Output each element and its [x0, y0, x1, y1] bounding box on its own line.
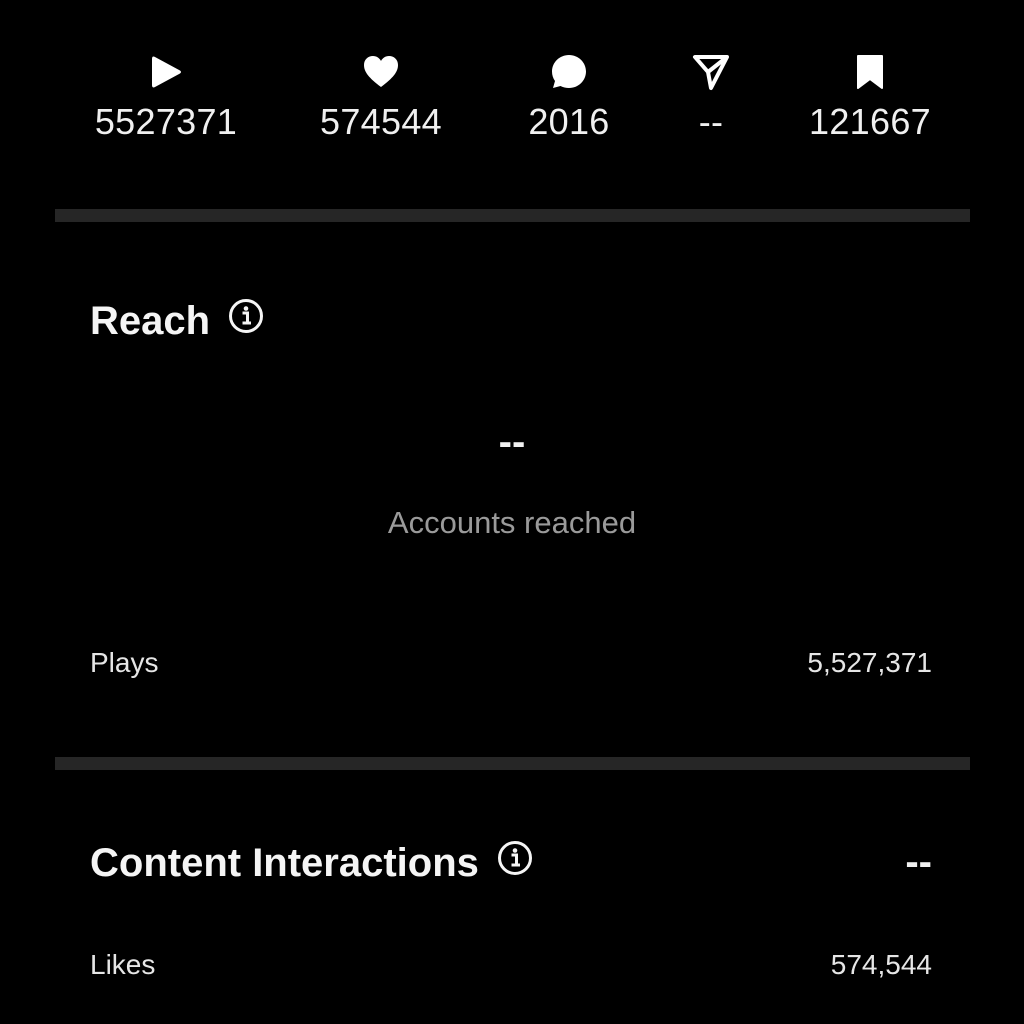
info-icon[interactable]	[228, 298, 264, 344]
likes-label: Likes	[90, 949, 156, 980]
section-divider	[55, 757, 970, 770]
reach-title: Reach	[90, 298, 211, 343]
stat-shares[interactable]: --	[631, 52, 791, 142]
accounts-reached-value: --	[498, 420, 526, 464]
content-interactions-title: Content Interactions	[90, 840, 479, 885]
insights-screen: 5527371 574544 2016 -- 121667 Reach -- A…	[0, 0, 1024, 1024]
stat-plays[interactable]: 5527371	[86, 52, 246, 142]
comment-icon	[489, 52, 649, 92]
heart-icon	[301, 52, 461, 92]
info-icon[interactable]	[497, 840, 533, 886]
likes-count: 574544	[320, 101, 442, 142]
comments-count: 2016	[528, 101, 610, 142]
plays-value: 5,527,371	[807, 647, 932, 678]
plays-label: Plays	[90, 647, 159, 678]
bookmark-icon	[790, 52, 950, 92]
likes-value: 574,544	[830, 949, 932, 980]
stat-comments[interactable]: 2016	[489, 52, 649, 142]
accounts-reached-label: Accounts reached	[387, 505, 637, 540]
content-interactions-heading: Content Interactions	[90, 840, 533, 886]
send-icon	[631, 52, 791, 92]
plays-count: 5527371	[94, 101, 238, 142]
stat-likes[interactable]: 574544	[301, 52, 461, 142]
shares-count: --	[698, 101, 724, 142]
saves-count: 121667	[809, 101, 931, 142]
stat-saves[interactable]: 121667	[790, 52, 950, 142]
section-divider	[55, 209, 970, 222]
content-interactions-value: --	[905, 840, 932, 884]
reach-heading: Reach	[90, 298, 264, 344]
play-icon	[86, 52, 246, 92]
